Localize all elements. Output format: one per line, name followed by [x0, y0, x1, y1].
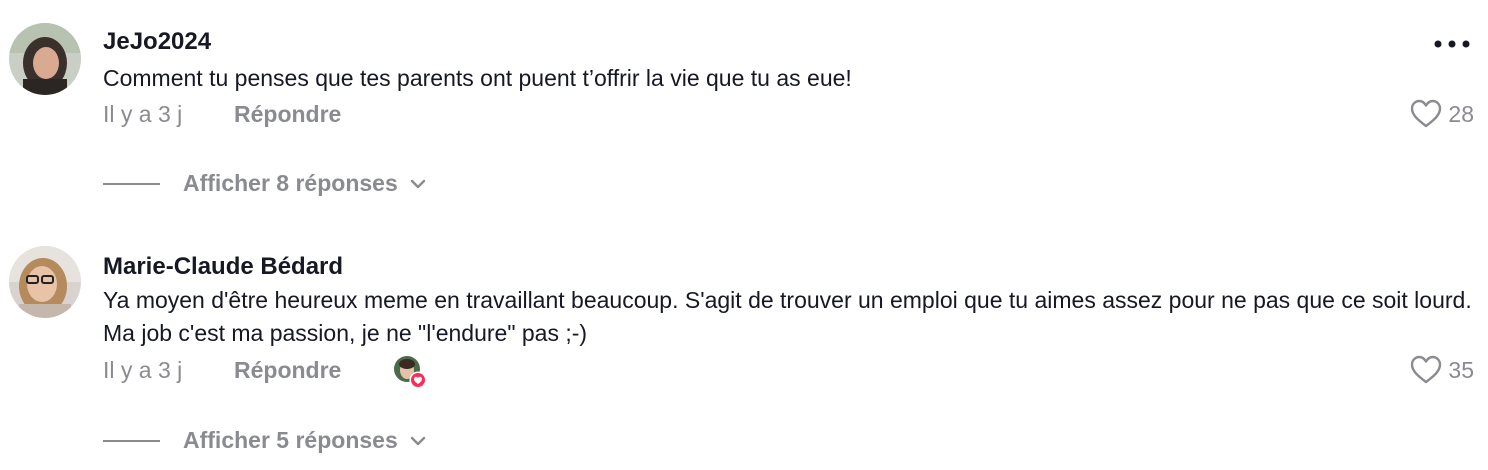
view-replies-label: Afficher 8 réponses: [183, 170, 398, 196]
heart-outline-icon: [1411, 99, 1442, 128]
divider-line: [103, 182, 160, 185]
view-replies-button[interactable]: Afficher 5 réponses: [103, 427, 426, 454]
username[interactable]: JeJo2024: [103, 28, 211, 56]
view-replies-label: Afficher 5 réponses: [183, 427, 398, 453]
comment-text: Comment tu penses que tes parents ont pu…: [103, 65, 852, 91]
creator-liked-badge: [393, 355, 427, 389]
divider-line: [103, 439, 160, 442]
view-replies-button[interactable]: Afficher 8 réponses: [103, 170, 426, 197]
more-horizontal-icon[interactable]: [1434, 34, 1470, 54]
heart-outline-icon: [1411, 355, 1442, 384]
comment-time: Il y a 3 j: [103, 357, 183, 383]
chevron-down-icon: [410, 436, 425, 445]
like-count: 28: [1448, 100, 1474, 127]
reply-button[interactable]: Répondre: [234, 357, 341, 384]
chevron-down-icon: [410, 179, 425, 188]
avatar[interactable]: [9, 246, 81, 318]
avatar[interactable]: [9, 23, 81, 95]
reply-button[interactable]: Répondre: [234, 101, 341, 128]
like-button[interactable]: 35: [1410, 355, 1474, 385]
like-count: 35: [1448, 356, 1474, 383]
comment-time: Il y a 3 j: [103, 101, 183, 127]
comment-text: Ya moyen d'être heureux meme en travaill…: [103, 287, 1472, 346]
like-button[interactable]: 28: [1410, 99, 1474, 129]
username[interactable]: Marie-Claude Bédard: [103, 253, 343, 281]
